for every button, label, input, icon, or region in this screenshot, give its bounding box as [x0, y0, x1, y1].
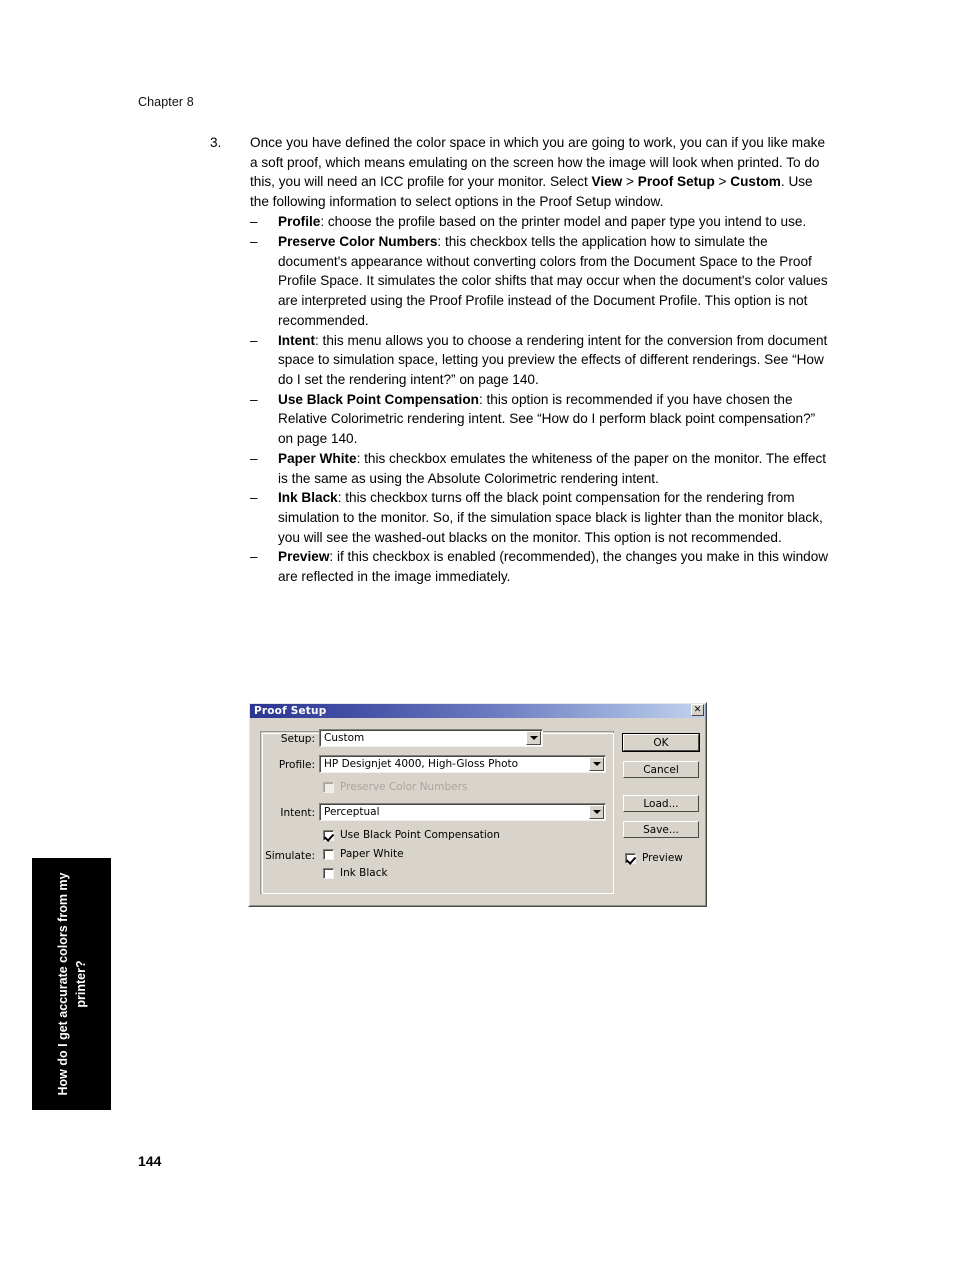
intent-dropdown[interactable]: Perceptual [319, 803, 606, 821]
save-button[interactable]: Save... [623, 821, 699, 838]
profile-dropdown[interactable]: HP Designjet 4000, High-Gloss Photo [319, 755, 606, 773]
use-black-point-compensation-label: Use Black Point Compensation [340, 829, 500, 841]
intent-label: Intent: [280, 807, 315, 819]
paper-white-checkbox[interactable]: Paper White [323, 848, 404, 860]
menu-sep-2: > [714, 174, 731, 190]
list-paragraph: Once you have defined the color space in… [250, 133, 830, 211]
dash-bullet-icon: – [250, 549, 258, 565]
numbered-list-item-3: 3. Once you have defined the color space… [210, 133, 830, 587]
dash-bullet-icon: – [250, 450, 258, 466]
list-item: – Ink Black: this checkbox turns off the… [250, 488, 830, 547]
chapter-label: Chapter 8 [138, 95, 194, 109]
list-item: – Preserve Color Numbers: this checkbox … [250, 232, 830, 331]
ink-black-checkbox[interactable]: Ink Black [323, 867, 388, 879]
list-item: – Paper White: this checkbox emulates th… [250, 449, 830, 488]
list-item: – Intent: this menu allows you to choose… [250, 331, 830, 390]
menu-sep-1: > [622, 174, 638, 190]
list-item: – Profile: choose the profile based on t… [250, 212, 830, 232]
checkbox-box-icon[interactable] [323, 867, 334, 879]
chevron-down-icon[interactable] [526, 731, 541, 745]
preserve-color-numbers-label: Preserve Color Numbers [340, 781, 468, 793]
list-item-term: Paper White [278, 450, 357, 466]
list-item-term: Profile [278, 214, 321, 230]
proof-setup-dialog[interactable]: Proof Setup ✕ Setup: Custom Profile: HP … [248, 702, 707, 907]
dialog-titlebar[interactable]: Proof Setup [250, 704, 705, 718]
list-item-term: Intent [278, 332, 315, 348]
dialog-title: Proof Setup [254, 705, 327, 717]
list-item: – Preview: if this checkbox is enabled (… [250, 547, 830, 586]
menu-proof-setup: Proof Setup [637, 174, 715, 190]
cancel-button[interactable]: Cancel [623, 761, 699, 778]
ink-black-label: Ink Black [340, 867, 388, 879]
checkbox-box-icon[interactable] [323, 781, 334, 793]
profile-dropdown-value: HP Designjet 4000, High-Gloss Photo [324, 758, 519, 770]
checkbox-box-icon[interactable] [323, 848, 334, 860]
list-item-text: : this checkbox emulates the whiteness o… [278, 450, 827, 486]
list-number: 3. [210, 135, 222, 150]
list-item-text: : choose the profile based on the printe… [320, 214, 807, 230]
dash-bullet-icon: – [250, 332, 258, 348]
list-item: – Use Black Point Compensation: this opt… [250, 390, 830, 449]
dash-bullet-icon: – [250, 490, 258, 506]
list-item-term: Ink Black [278, 490, 338, 506]
chevron-down-icon[interactable] [589, 757, 604, 771]
list-item-text: : if this checkbox is enabled (recommend… [278, 549, 829, 585]
preserve-color-numbers-checkbox[interactable]: Preserve Color Numbers [323, 781, 467, 793]
list-item-text: : this menu allows you to choose a rende… [278, 332, 828, 387]
side-thumb-tab: How do I get accurate colors from my pri… [32, 858, 111, 1110]
intent-dropdown-value: Perceptual [324, 806, 380, 818]
menu-view: View [591, 174, 623, 190]
list-item-term: Preserve Color Numbers [278, 234, 438, 250]
setup-dropdown-value: Custom [324, 732, 365, 744]
load-button[interactable]: Load... [623, 795, 699, 812]
profile-label: Profile: [278, 759, 315, 771]
ok-button[interactable]: OK [622, 733, 700, 752]
list-item-term: Use Black Point Compensation [278, 391, 479, 407]
menu-custom: Custom [730, 174, 781, 190]
page-number: 144 [138, 1153, 162, 1169]
checkbox-box-icon[interactable] [625, 852, 636, 864]
simulate-label: Simulate: [265, 850, 315, 862]
list-item-text: : this checkbox turns off the black poin… [278, 490, 823, 545]
dash-bullet-icon: – [250, 234, 258, 250]
preview-label: Preview [642, 852, 683, 864]
paper-white-label: Paper White [340, 848, 404, 860]
chevron-down-icon[interactable] [589, 805, 604, 819]
dash-bullet-icon: – [250, 391, 258, 407]
close-icon[interactable]: ✕ [691, 704, 704, 716]
preview-checkbox[interactable]: Preview [625, 852, 683, 864]
sub-list: – Profile: choose the profile based on t… [250, 212, 830, 586]
checkbox-box-icon[interactable] [323, 829, 334, 841]
side-tab-label: How do I get accurate colors from my pri… [55, 872, 88, 1096]
setup-label: Setup: [280, 733, 315, 745]
list-item-term: Preview [278, 549, 330, 565]
setup-dropdown[interactable]: Custom [319, 729, 543, 747]
use-black-point-compensation-checkbox[interactable]: Use Black Point Compensation [323, 829, 500, 841]
dash-bullet-icon: – [250, 214, 258, 230]
